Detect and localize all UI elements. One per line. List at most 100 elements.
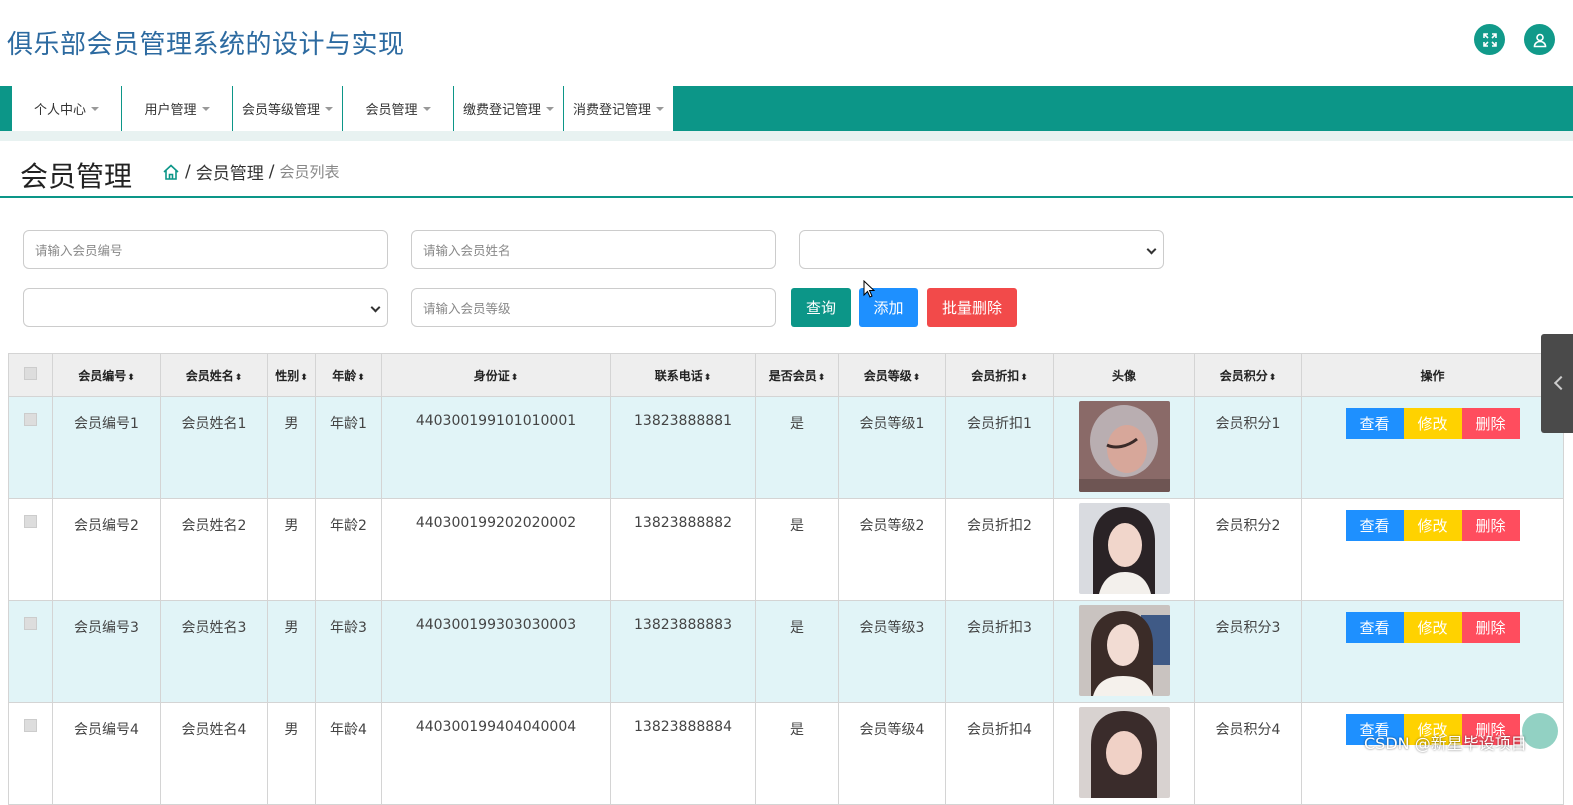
sort-icon: ⬍ [234, 372, 243, 383]
cell-avatar [1053, 396, 1195, 499]
col-points[interactable]: 会员积分⬍ [1194, 353, 1302, 397]
nav-divider [0, 131, 1573, 141]
avatar-image [1078, 503, 1170, 594]
edit-button[interactable]: 修改 [1403, 408, 1462, 439]
header-label: 会员等级 [863, 368, 912, 383]
cell-gender: 男 [267, 600, 316, 703]
delete-button[interactable]: 删除 [1461, 408, 1520, 439]
cell-discount: 会员折扣2 [945, 498, 1054, 601]
breadcrumb-separator: / [185, 161, 191, 182]
sort-icon: ⬍ [510, 372, 519, 383]
row-select-cell [8, 498, 53, 601]
member-no-input[interactable]: 请输入会员编号 [23, 230, 388, 269]
cell-is-member: 是 [755, 396, 839, 499]
nav-item-member-management[interactable]: 会员管理 [343, 86, 454, 131]
fullscreen-icon[interactable] [1474, 24, 1505, 55]
cell-ops: 查看 修改 删除 [1301, 600, 1564, 703]
cell-avatar [1053, 600, 1195, 703]
cell-discount: 会员折扣3 [945, 600, 1054, 703]
caret-down-icon [422, 106, 431, 111]
cell-ops: 查看 修改 删除 [1301, 396, 1564, 499]
home-icon[interactable] [162, 163, 180, 181]
cell-phone: 13823888881 [610, 396, 756, 499]
cell-age: 年龄3 [315, 600, 382, 703]
member-name-input[interactable]: 请输入会员姓名 [411, 230, 776, 269]
chevron-down-icon [1146, 244, 1157, 255]
batch-delete-button[interactable]: 批量删除 [927, 288, 1017, 327]
caret-down-icon [546, 106, 554, 111]
is-member-select[interactable] [23, 288, 388, 327]
nav-item-user-management[interactable]: 用户管理 [122, 86, 233, 131]
col-level[interactable]: 会员等级⬍ [838, 353, 946, 397]
cell-points: 会员积分1 [1194, 396, 1302, 499]
row-checkbox[interactable] [24, 719, 37, 732]
cell-ops: 查看 修改 删除 [1301, 498, 1564, 601]
nav-item-consumption-registration[interactable]: 消费登记管理 [564, 86, 674, 131]
row-select-cell [8, 702, 53, 805]
cell-is-member: 是 [755, 498, 839, 601]
cell-avatar [1053, 702, 1195, 805]
watermark-logo [1522, 713, 1558, 749]
col-id-card[interactable]: 身份证⬍ [381, 353, 611, 397]
gender-select[interactable] [799, 230, 1164, 269]
cell-member-name: 会员姓名3 [160, 600, 268, 703]
query-button[interactable]: 查询 [791, 288, 851, 327]
nav-item-personal-center[interactable]: 个人中心 [12, 86, 122, 131]
view-button[interactable]: 查看 [1345, 408, 1404, 439]
page-header: 会员管理 / 会员管理 / 会员列表 [0, 141, 1573, 198]
cell-level: 会员等级4 [838, 702, 946, 805]
row-checkbox[interactable] [24, 413, 37, 426]
cell-gender: 男 [267, 498, 316, 601]
col-gender[interactable]: 性别⬍ [267, 353, 316, 397]
page-title: 会员管理 [20, 160, 133, 193]
delete-button[interactable]: 删除 [1461, 510, 1520, 541]
breadcrumb-member-management[interactable]: 会员管理 [196, 159, 264, 184]
row-checkbox[interactable] [24, 617, 37, 630]
col-is-member[interactable]: 是否会员⬍ [755, 353, 839, 397]
cell-points: 会员积分2 [1194, 498, 1302, 601]
watermark-text: CSDN @新星毕设项目 [1364, 734, 1527, 753]
cell-id-card: 440300199404040004 [381, 702, 611, 805]
col-member-name[interactable]: 会员姓名⬍ [160, 353, 268, 397]
cell-member-no: 会员编号4 [52, 702, 161, 805]
nav-label: 消费登记管理 [572, 103, 651, 118]
cell-id-card: 440300199202020002 [381, 498, 611, 601]
row-checkbox[interactable] [24, 515, 37, 528]
side-panel-toggle[interactable] [1541, 334, 1573, 433]
sort-icon: ⬍ [300, 372, 308, 383]
col-avatar: 头像 [1053, 353, 1195, 397]
nav-item-member-level-management[interactable]: 会员等级管理 [233, 86, 343, 131]
cell-id-card: 440300199101010001 [381, 396, 611, 499]
view-button[interactable]: 查看 [1345, 510, 1404, 541]
select-all-checkbox[interactable] [24, 367, 37, 380]
nav-label: 会员管理 [365, 103, 418, 118]
col-discount[interactable]: 会员折扣⬍ [945, 353, 1054, 397]
sort-icon: ⬍ [703, 372, 712, 383]
nav-item-payment-registration[interactable]: 缴费登记管理 [454, 86, 564, 131]
delete-button[interactable]: 删除 [1461, 612, 1520, 643]
table-row: 会员编号2 会员姓名2 男 年龄2 440300199202020002 138… [8, 498, 1564, 601]
table-row: 会员编号3 会员姓名3 男 年龄3 440300199303030003 138… [8, 600, 1564, 703]
cell-member-no: 会员编号1 [52, 396, 161, 499]
cell-phone: 13823888883 [610, 600, 756, 703]
col-phone[interactable]: 联系电话⬍ [610, 353, 756, 397]
header-label: 身份证 [473, 368, 510, 383]
member-level-input[interactable]: 请输入会员等级 [411, 288, 776, 327]
sort-icon: ⬍ [357, 372, 365, 383]
select-all-cell [8, 353, 53, 397]
cell-is-member: 是 [755, 702, 839, 805]
edit-button[interactable]: 修改 [1403, 612, 1462, 643]
header-label: 联系电话 [654, 368, 703, 383]
avatar-image [1078, 401, 1170, 492]
view-button[interactable]: 查看 [1345, 612, 1404, 643]
sort-icon: ⬍ [1268, 372, 1277, 383]
chevron-left-icon [1553, 375, 1569, 391]
col-age[interactable]: 年龄⬍ [315, 353, 382, 397]
cell-discount: 会员折扣4 [945, 702, 1054, 805]
edit-button[interactable]: 修改 [1403, 510, 1462, 541]
col-member-no[interactable]: 会员编号⬍ [52, 353, 161, 397]
cell-age: 年龄2 [315, 498, 382, 601]
table-header-row: 会员编号⬍ 会员姓名⬍ 性别⬍ 年龄⬍ 身份证⬍ 联系电话⬍ 是否会员⬍ 会员等… [8, 353, 1564, 397]
header-label: 年龄 [332, 368, 357, 383]
user-icon[interactable] [1524, 24, 1555, 55]
